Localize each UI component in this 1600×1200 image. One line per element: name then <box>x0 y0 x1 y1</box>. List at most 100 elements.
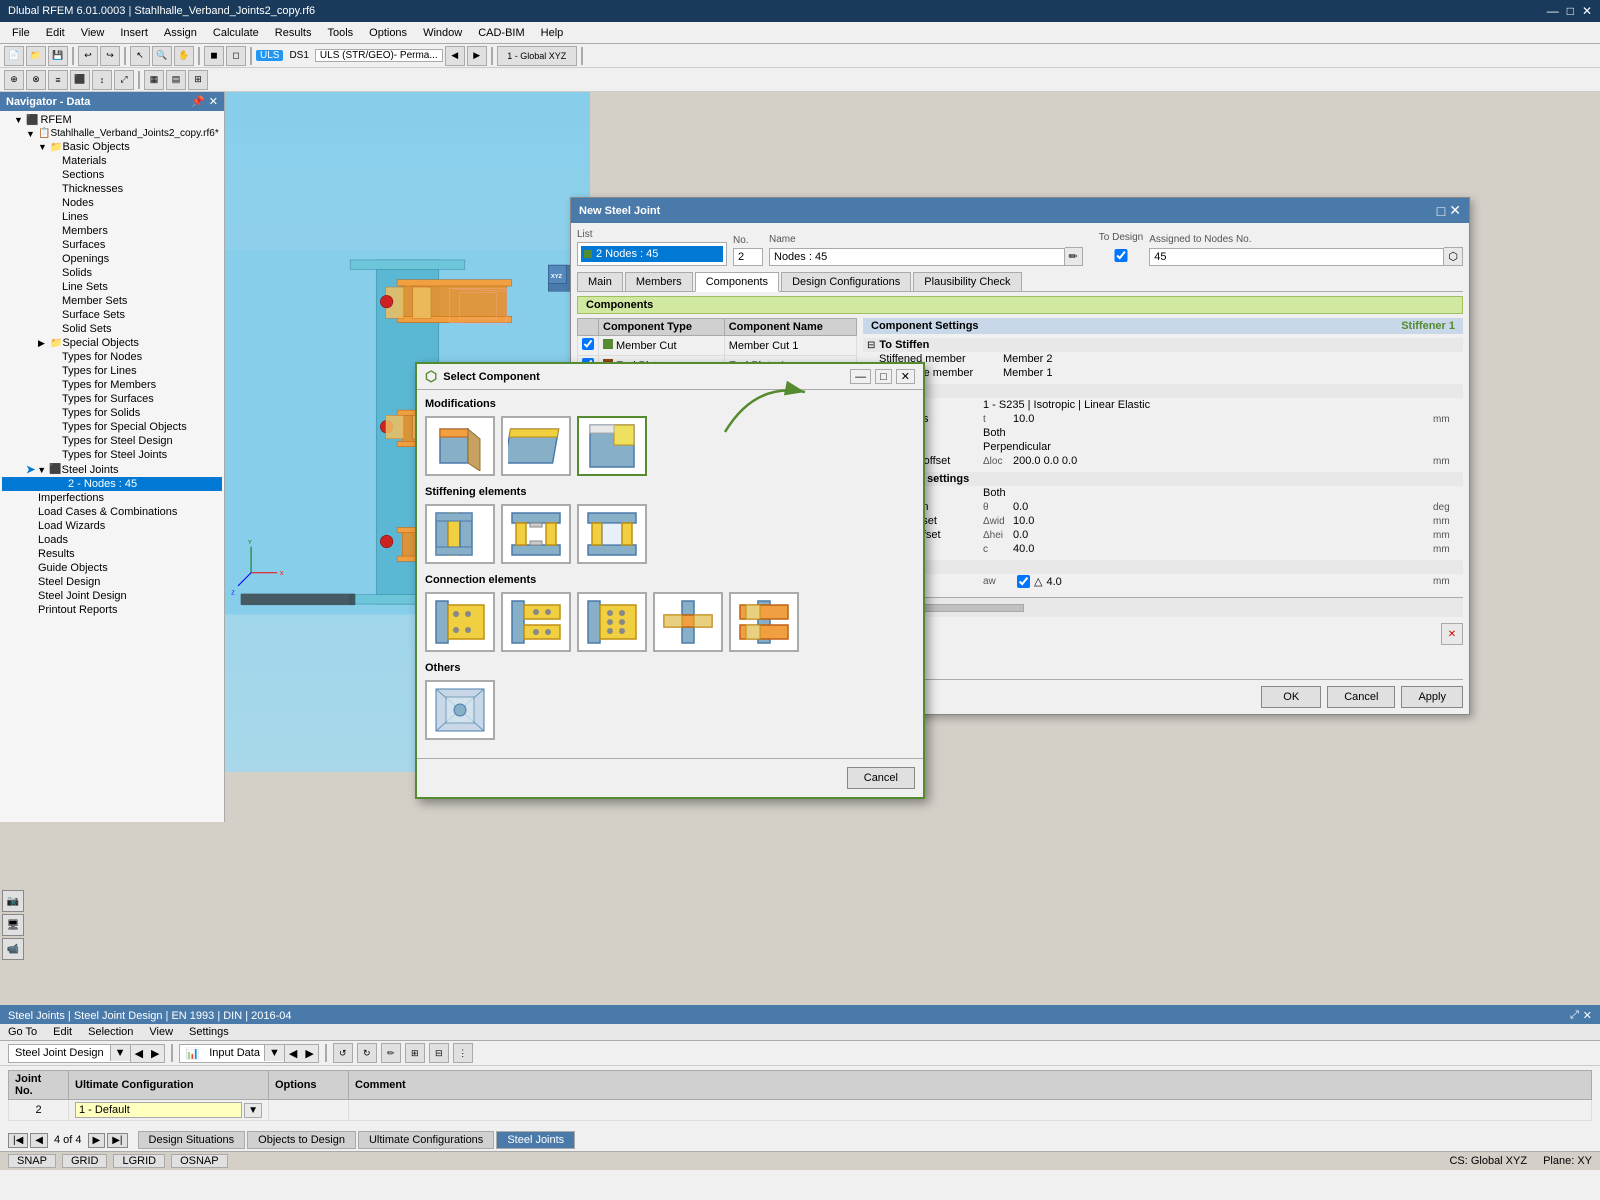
mod-icon-3[interactable] <box>577 416 647 476</box>
tree-load-cases[interactable]: Load Cases & Combinations <box>2 505 222 519</box>
menu-edit[interactable]: Edit <box>38 25 73 41</box>
tb-wire[interactable]: ◻ <box>226 46 246 66</box>
tree-steel-joints[interactable]: ➤ ▼ ⬛ Steel Joints <box>2 462 222 477</box>
tree-solids[interactable]: Solids <box>2 266 222 280</box>
bottom-menu-goto[interactable]: Go To <box>8 1026 37 1038</box>
other-icon-1[interactable] <box>425 680 495 740</box>
tab-members[interactable]: Members <box>625 272 693 291</box>
dialog-maximize-btn[interactable]: □ <box>1437 202 1445 219</box>
select-comp-maximize[interactable]: □ <box>875 369 892 384</box>
no-input[interactable] <box>733 248 763 266</box>
tb-next[interactable]: ▶ <box>467 46 487 66</box>
select-comp-cancel[interactable]: Cancel <box>847 767 915 789</box>
tree-nodes[interactable]: Nodes <box>2 196 222 210</box>
tb2-8[interactable]: ▤ <box>166 70 186 90</box>
screen-btn[interactable]: 🖥 <box>2 914 24 936</box>
bottom-tb-4[interactable]: ⊞ <box>405 1043 425 1063</box>
nav-pin-btn[interactable]: 📌 <box>191 95 205 108</box>
tb2-4[interactable]: ⬛ <box>70 70 90 90</box>
select-comp-minimize[interactable]: — <box>850 369 871 384</box>
tb-save[interactable]: 💾 <box>48 46 68 66</box>
tree-materials[interactable]: Materials <box>2 154 222 168</box>
tree-members[interactable]: Members <box>2 224 222 238</box>
tb-new[interactable]: 📄 <box>4 46 24 66</box>
stiff-icon-1[interactable] <box>425 504 495 564</box>
tree-types-members[interactable]: Types for Members <box>2 378 222 392</box>
comp-check-1[interactable] <box>582 338 594 350</box>
tree-types-steel-joints[interactable]: Types for Steel Joints <box>2 448 222 462</box>
tree-types-lines[interactable]: Types for Lines <box>2 364 222 378</box>
nav-last[interactable]: ▶| <box>107 1133 127 1148</box>
tree-types-surfaces[interactable]: Types for Surfaces <box>2 392 222 406</box>
tab-design-situations[interactable]: Design Situations <box>138 1131 246 1149</box>
apply-btn[interactable]: Apply <box>1401 686 1463 708</box>
tree-arrow-basic[interactable]: ▼ <box>38 142 50 152</box>
bottom-menu-settings[interactable]: Settings <box>189 1026 229 1038</box>
section-toggle-plate[interactable]: ⊟ Plate <box>863 384 1463 398</box>
bottom-dropdown-arrow[interactable]: ▼ <box>110 1045 130 1061</box>
tree-types-special[interactable]: Types for Special Objects <box>2 420 222 434</box>
tree-lines[interactable]: Lines <box>2 210 222 224</box>
menu-calculate[interactable]: Calculate <box>205 25 267 41</box>
bottom-expand-btn[interactable]: ⤢ <box>1570 1009 1579 1022</box>
tree-guide-objects[interactable]: Guide Objects <box>2 561 222 575</box>
nav-prev[interactable]: ◀ <box>30 1133 48 1148</box>
tree-thicknesses[interactable]: Thicknesses <box>2 182 222 196</box>
tb-select[interactable]: ↖ <box>130 46 150 66</box>
conn-icon-3[interactable] <box>577 592 647 652</box>
close-btn[interactable]: ✕ <box>1582 4 1592 18</box>
tb2-5[interactable]: ↕ <box>92 70 112 90</box>
tree-results[interactable]: Results <box>2 547 222 561</box>
tree-types-solids[interactable]: Types for Solids <box>2 406 222 420</box>
tab-objects-to-design[interactable]: Objects to Design <box>247 1131 356 1149</box>
status-snap[interactable]: SNAP <box>8 1154 56 1168</box>
camera-btn[interactable]: 📷 <box>2 890 24 912</box>
assigned-nodes-btn[interactable]: ⬡ <box>1444 247 1463 266</box>
tb2-7[interactable]: ▦ <box>144 70 164 90</box>
menu-view[interactable]: View <box>73 25 113 41</box>
weld-checkbox[interactable] <box>1017 575 1030 588</box>
tree-openings[interactable]: Openings <box>2 252 222 266</box>
name-input[interactable] <box>769 248 1065 266</box>
tb-open[interactable]: 📁 <box>26 46 46 66</box>
tb-undo[interactable]: ↩ <box>78 46 98 66</box>
menu-insert[interactable]: Insert <box>112 25 156 41</box>
tree-rfem[interactable]: ▼ ⬛ RFEM <box>2 113 222 127</box>
bottom-tb-1[interactable]: ↺ <box>333 1043 353 1063</box>
dialog-close-btn[interactable]: ✕ <box>1449 202 1461 219</box>
tree-basic-objects[interactable]: ▼ 📁 Basic Objects <box>2 140 222 154</box>
menu-tools[interactable]: Tools <box>319 25 361 41</box>
comp-row-1[interactable]: Member Cut Member Cut 1 <box>578 336 857 356</box>
mod-icon-1[interactable] <box>425 416 495 476</box>
bottom-menu-edit[interactable]: Edit <box>53 1026 72 1038</box>
tab-components[interactable]: Components <box>695 272 779 292</box>
tb-pan[interactable]: ✋ <box>174 46 194 66</box>
bottom-data-arrow[interactable]: ▼ <box>264 1045 284 1061</box>
tb2-6[interactable]: ⤢ <box>114 70 134 90</box>
conn-icon-1[interactable] <box>425 592 495 652</box>
tree-special-objects[interactable]: ▶ 📁 Special Objects <box>2 336 222 350</box>
tb2-2[interactable]: ⊗ <box>26 70 46 90</box>
menu-file[interactable]: File <box>4 25 38 41</box>
cancel-btn[interactable]: Cancel <box>1327 686 1395 708</box>
conn-icon-2[interactable] <box>501 592 571 652</box>
assigned-nodes-input[interactable] <box>1149 248 1444 266</box>
mod-icon-2[interactable] <box>501 416 571 476</box>
tree-printout[interactable]: Printout Reports <box>2 603 222 617</box>
nav-first[interactable]: |◀ <box>8 1133 28 1148</box>
tb2-3[interactable]: ≡ <box>48 70 68 90</box>
tree-arrow-rfem[interactable]: ▼ <box>14 115 26 125</box>
bottom-tb-6[interactable]: ⋮ <box>453 1043 473 1063</box>
minimize-btn[interactable]: — <box>1547 4 1559 18</box>
tb-prev[interactable]: ◀ <box>445 46 465 66</box>
bottom-tb-2[interactable]: ↻ <box>357 1043 377 1063</box>
list-item-1[interactable]: 2 Nodes : 45 <box>581 246 723 262</box>
config-btn[interactable]: ▼ <box>244 1103 262 1118</box>
to-design-checkbox[interactable] <box>1099 249 1143 262</box>
tab-plausibility[interactable]: Plausibility Check <box>913 272 1021 291</box>
tb-coord[interactable]: 1 - Global XYZ <box>497 46 577 66</box>
section-toggle-welds[interactable]: ⊟ Welds <box>863 560 1463 574</box>
tree-project[interactable]: ▼ 📋 Stahlhalle_Verband_Joints2_copy.rf6* <box>2 127 222 140</box>
tree-arrow-steel-joints[interactable]: ▼ <box>37 465 49 475</box>
bottom-dropdown-next[interactable]: ▶ <box>147 1045 163 1062</box>
